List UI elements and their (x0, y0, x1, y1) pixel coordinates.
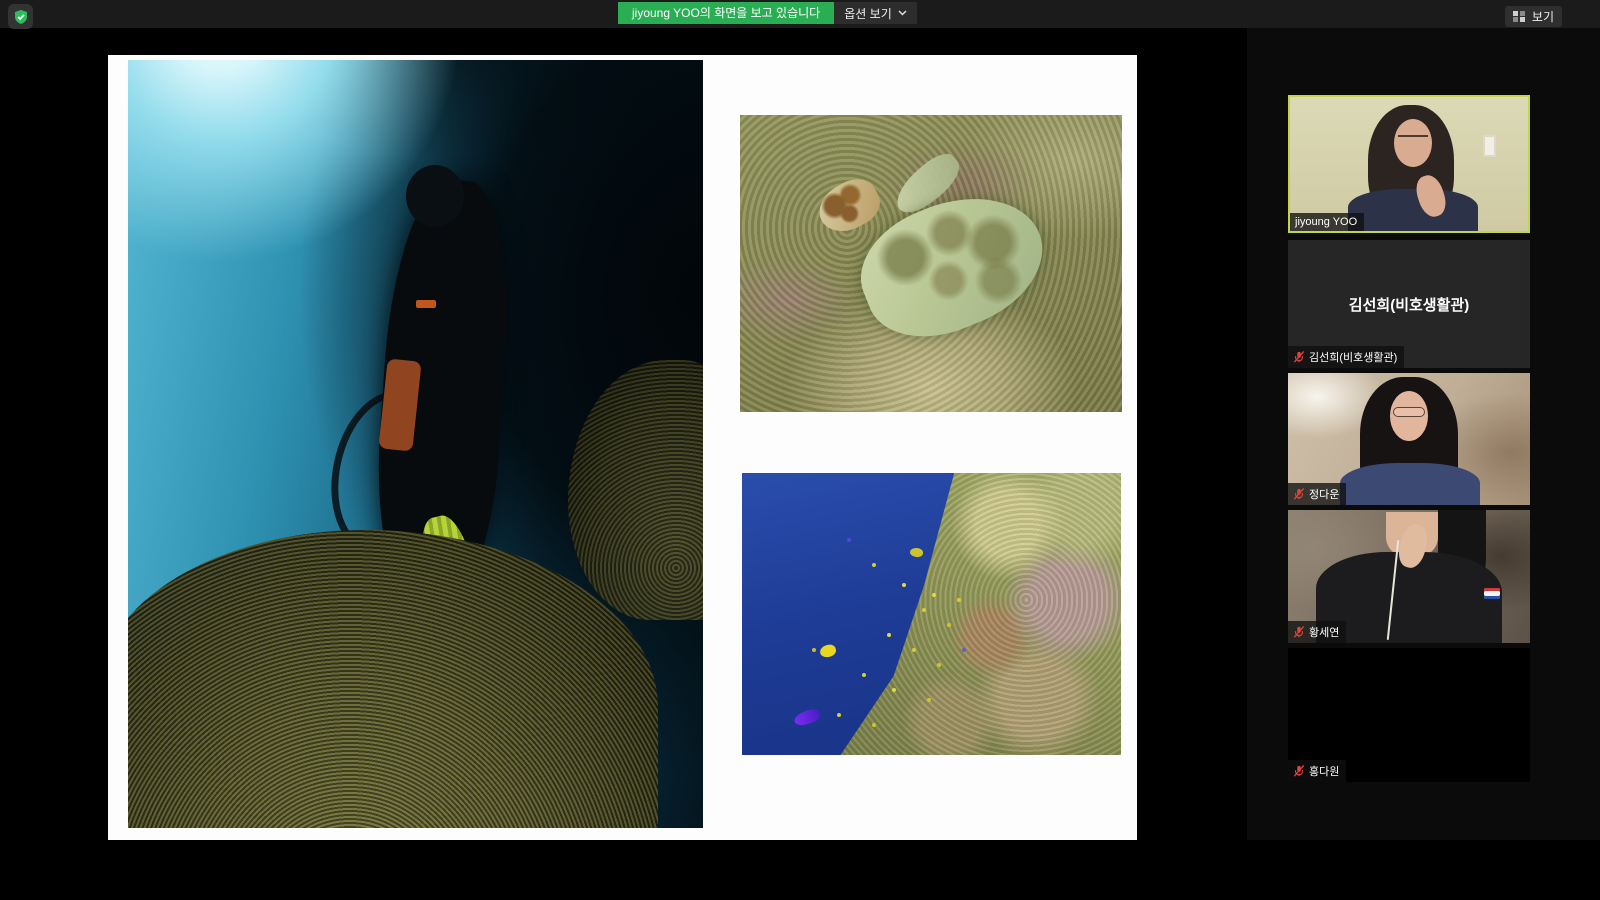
participant-glasses (1398, 135, 1428, 144)
muted-mic-icon (1293, 351, 1305, 363)
coral-reef-photo (742, 473, 1121, 755)
participants-video-panel: jiyoung YOO 김선희(비호생활관) 김선희(비호생활관) (1247, 28, 1600, 840)
participant-name: 김선희(비호생활관) (1309, 349, 1397, 365)
light-switch (1483, 135, 1496, 157)
top-bar: jiyoung YOO의 화면을 보고 있습니다 옵션 보기 보기 (0, 0, 1600, 28)
yellow-fish-small (909, 547, 923, 558)
diver-orange-tag (416, 300, 436, 308)
shield-check-icon (13, 9, 29, 25)
participant-body (1348, 189, 1478, 233)
participant-name: 정다운 (1309, 486, 1339, 502)
screen-share-banner-group: jiyoung YOO의 화면을 보고 있습니다 옵션 보기 (618, 2, 917, 24)
video-tile-kim-sunhee[interactable]: 김선희(비호생활관) 김선희(비호생활관) (1288, 240, 1530, 368)
muted-mic-icon (1293, 765, 1305, 777)
participant-glasses (1393, 407, 1425, 417)
zoom-meeting-window: jiyoung YOO의 화면을 보고 있습니다 옵션 보기 보기 (0, 0, 1600, 900)
viewing-screen-banner: jiyoung YOO의 화면을 보고 있습니다 (618, 2, 834, 24)
scuba-diver-photo (128, 60, 703, 828)
sea-fan-coral-bottom (128, 530, 658, 828)
participant-name-tag: 정다운 (1288, 483, 1346, 505)
view-button-label: 보기 (1532, 8, 1554, 25)
participant-name: 황세연 (1309, 624, 1339, 640)
muted-mic-icon (1293, 488, 1305, 500)
participant-name: jiyoung YOO (1295, 216, 1357, 228)
participant-name-tag: 홍다원 (1288, 760, 1346, 782)
video-tile-jiyoung-yoo[interactable]: jiyoung YOO (1288, 95, 1530, 233)
turtle-head (811, 171, 887, 241)
security-shield-button[interactable] (8, 4, 33, 29)
yellow-fish-school (932, 593, 936, 597)
participant-name-tag: 김선희(비호생활관) (1288, 346, 1404, 368)
video-tile-jung-dawoon[interactable]: 정다운 (1288, 373, 1530, 505)
sea-turtle-photo (740, 115, 1122, 412)
view-options-button[interactable]: 옵션 보기 (834, 2, 917, 24)
participant-name: 홍다원 (1309, 763, 1339, 779)
yellow-fish (819, 643, 837, 658)
video-tile-hong-dawon[interactable]: 홍다원 (1288, 648, 1530, 782)
participant-name-tag: 황세연 (1288, 621, 1346, 643)
presentation-slide (108, 55, 1137, 840)
sea-fan-coral-right (568, 360, 703, 620)
shared-screen-area (0, 28, 1247, 840)
participant-body (1340, 463, 1480, 505)
diver-head (406, 165, 464, 227)
grid-view-icon (1513, 10, 1526, 23)
video-tile-hwang-seyeon[interactable]: 황세연 (1288, 510, 1530, 643)
view-options-label: 옵션 보기 (844, 5, 892, 22)
purple-fish (793, 707, 822, 727)
view-layout-button[interactable]: 보기 (1505, 6, 1562, 27)
participant-name-tag: jiyoung YOO (1290, 213, 1364, 231)
korean-flag-patch (1484, 588, 1500, 599)
chevron-down-icon (898, 10, 907, 16)
muted-mic-icon (1293, 626, 1305, 638)
video-feed (1290, 97, 1528, 231)
